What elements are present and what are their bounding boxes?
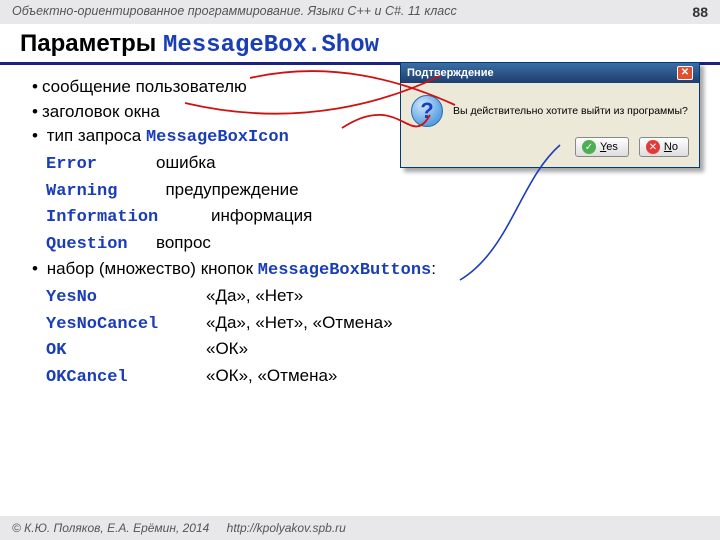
dialog-title-text: Подтверждение [407,67,494,79]
slide-title: Параметры MessageBox.Show [0,24,720,65]
question-icon: ? [411,95,443,127]
check-icon: ✓ [582,140,596,154]
bullet-buttons-set: набор (множество) кнопок MessageBoxButto… [32,257,688,390]
dialog-message: Вы действительно хотите выйти из програм… [453,105,688,117]
title-code: MessageBox.Show [163,32,379,59]
dialog-titlebar[interactable]: Подтверждение ✕ [401,63,699,83]
messagebox-dialog: Подтверждение ✕ ? Вы действительно хотит… [400,62,700,168]
close-icon[interactable]: ✕ [677,66,693,80]
footer-link[interactable]: http://kpolyakov.spb.ru [227,521,346,535]
slide-header: Объектно-ориентированное программировани… [0,0,720,24]
cross-icon: ✕ [646,140,660,154]
page-number: 88 [692,4,708,20]
yes-button[interactable]: ✓ Yes [575,137,629,157]
no-button[interactable]: ✕ No [639,137,689,157]
slide-footer: © К.Ю. Поляков, Е.А. Ерёмин, 2014 http:/… [0,516,720,540]
copyright: © К.Ю. Поляков, Е.А. Ерёмин, 2014 [12,521,209,535]
buttons-enum-list: YesNo«Да», «Нет» YesNoCancel«Да», «Нет»,… [46,284,688,391]
course-title: Объектно-ориентированное программировани… [12,4,457,20]
